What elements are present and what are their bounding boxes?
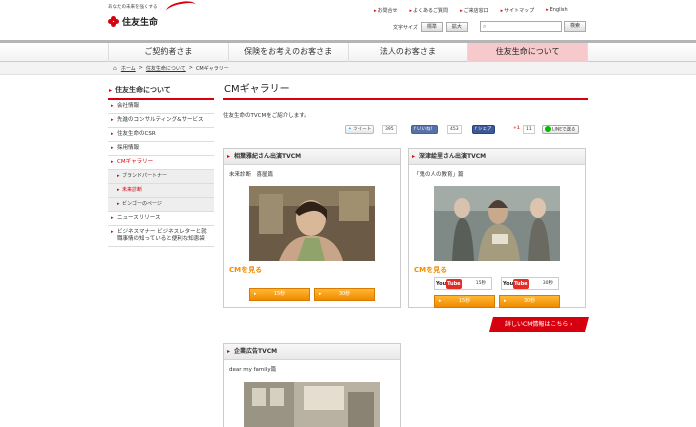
util-link-branch[interactable]: ご来店窓口 <box>460 7 489 14</box>
tweet-count: 395 <box>382 125 397 134</box>
youtube-icon: YouTube <box>503 279 529 289</box>
font-size-standard-button[interactable]: 標準 <box>420 22 443 32</box>
facebook-icon: f <box>414 127 416 132</box>
facebook-icon: f <box>475 127 477 132</box>
sidebar-item-cm-gallery[interactable]: CMギャラリー <box>108 156 214 170</box>
gplus-button[interactable]: +1 <box>511 125 522 134</box>
sidebar-item-business-manners[interactable]: ビジネスマナー ビジネスレターと就職事情の知っていると便利な知恵袋 <box>108 226 214 247</box>
breadcrumb-home[interactable]: ホーム <box>121 65 136 72</box>
twitter-icon: ✦ <box>348 127 352 132</box>
play-30s-button[interactable]: 30秒 <box>314 288 375 301</box>
nav-item-about[interactable]: 住友生命について <box>467 43 588 62</box>
youtube-icon: YouTube <box>436 279 462 289</box>
card-subtitle: 「鬼の人の教育」篇 <box>414 172 464 178</box>
nav-item-policyholders[interactable]: ご契約者さま <box>108 43 228 62</box>
util-link-contact[interactable]: お問合せ <box>374 7 398 14</box>
sidebar-subitem-bingo[interactable]: ビンゴーのページ <box>108 198 214 212</box>
cm-card-fukatsu: 深津絵里さん出演TVCM 「鬼の人の教育」篇 CMを見る YouTube 15秒… <box>408 148 586 308</box>
font-size-label: 文字サイズ <box>393 24 418 31</box>
search-input[interactable] <box>491 22 561 31</box>
sidebar-item-recruit[interactable]: 採用情報 <box>108 142 214 156</box>
search-box: ⌕ <box>480 21 562 32</box>
gplus-count: 11 <box>523 125 535 134</box>
utility-links: お問合せ よくあるご質問 ご来店窓口 サイトマップ English <box>374 7 568 14</box>
breadcrumb-separator: > <box>138 65 143 71</box>
breadcrumb: ⌂ ホーム > 住友生命について > CMギャラリー <box>113 65 229 72</box>
brand-name: 住友生命 <box>122 18 159 28</box>
chevron-right-icon: › <box>570 321 573 328</box>
youtube-15s-label: 15秒 <box>475 281 486 286</box>
play-15s-button[interactable]: 15秒 <box>434 295 495 308</box>
breadcrumb-separator: > <box>188 65 193 71</box>
line-icon <box>545 126 551 132</box>
cm-thumbnail-corporate[interactable] <box>244 382 380 427</box>
line-share-button[interactable]: LINEで送る <box>542 125 579 134</box>
tweet-button[interactable]: ✦ ツイート <box>345 125 375 134</box>
youtube-30s-label: 30秒 <box>542 281 553 286</box>
site-header: あなたの未来を強くする 住友生命 お問合せ よくあるご質問 ご来店窓口 サイトマ… <box>0 0 696 40</box>
cm-details-button[interactable]: 詳しいCM情報はこちら › <box>488 317 590 332</box>
sidebar: 住友生命について 会社情報 先進のコンサルティング&サービス 住友生命のCSR … <box>108 83 214 247</box>
search-icon: ⌕ <box>483 23 487 30</box>
breadcrumb-current: CMギャラリー <box>195 66 229 72</box>
breadcrumb-about[interactable]: 住友生命について <box>146 65 186 72</box>
facebook-like-button[interactable]: f いいね！ <box>411 125 439 134</box>
search-button[interactable]: 検索 <box>564 21 586 32</box>
nav-item-considering[interactable]: 保険をお考えのお客さま <box>227 43 348 62</box>
brand-mark-icon <box>108 16 119 27</box>
social-buttons: ✦ ツイート 395 f いいね！ 453 f シェア +1 11 LINEで送… <box>223 125 588 137</box>
page-title: CMギャラリー <box>223 83 588 100</box>
sidebar-title[interactable]: 住友生命について <box>108 83 214 100</box>
main-content: CMギャラリー 住友生命のTVCMをご紹介します。 ✦ ツイート 395 f い… <box>223 83 590 427</box>
youtube-30s-button[interactable]: YouTube 30秒 <box>501 277 559 290</box>
sidebar-item-consulting[interactable]: 先進のコンサルティング&サービス <box>108 114 214 128</box>
home-icon: ⌂ <box>113 65 117 72</box>
card-subtitle: dear my family篇 <box>229 367 277 373</box>
nav-item-corporate[interactable]: 法人のお客さま <box>347 43 468 62</box>
like-count: 453 <box>447 125 462 134</box>
breadcrumb-bar: ⌂ ホーム > 住友生命について > CMギャラリー <box>0 62 696 75</box>
sidebar-subitem-brand-partner[interactable]: ブランドパートナー <box>108 170 214 184</box>
cm-card-aiba: 相葉雅紀さん出演TVCM 未来診断 喜屋篇 CMを見る 15秒 30秒 <box>223 148 401 308</box>
watch-cm-link[interactable]: CMを見る <box>414 265 447 275</box>
card-subtitle: 未来診断 喜屋篇 <box>229 172 274 178</box>
sidebar-item-company[interactable]: 会社情報 <box>108 100 214 114</box>
brand-tagline: あなたの未来を強くする <box>108 5 158 10</box>
util-link-english[interactable]: English <box>546 7 568 14</box>
play-15s-button[interactable]: 15秒 <box>249 288 310 301</box>
font-size-large-button[interactable]: 拡大 <box>445 22 468 32</box>
sidebar-item-csr[interactable]: 住友生命のCSR <box>108 128 214 142</box>
font-size-switcher: 文字サイズ 標準 拡大 <box>393 22 468 32</box>
play-30s-button[interactable]: 30秒 <box>499 295 560 308</box>
card-heading: 深津絵里さん出演TVCM <box>409 149 585 165</box>
cm-thumbnail-aiba[interactable] <box>249 186 375 261</box>
intro-text: 住友生命のTVCMをご紹介します。 <box>223 113 310 119</box>
sidebar-item-news[interactable]: ニュースリリース <box>108 212 214 226</box>
sidebar-subitem-future-diagnosis[interactable]: 未来診断 <box>108 184 214 198</box>
cm-card-corporate: 企業広告TVCM dear my family篇 <box>223 343 401 427</box>
card-heading: 企業広告TVCM <box>224 344 400 360</box>
logo-swoosh <box>165 0 197 17</box>
youtube-15s-button[interactable]: YouTube 15秒 <box>434 277 492 290</box>
brand-logo[interactable]: あなたの未来を強くする 住友生命 <box>108 0 197 28</box>
global-nav: ご契約者さま 保険をお考えのお客さま 法人のお客さま 住友生命について <box>0 40 696 62</box>
util-link-sitemap[interactable]: サイトマップ <box>501 7 534 14</box>
cm-thumbnail-fukatsu[interactable] <box>434 186 560 261</box>
util-link-faq[interactable]: よくあるご質問 <box>410 7 448 14</box>
watch-cm-link[interactable]: CMを見る <box>229 265 262 275</box>
card-heading: 相葉雅紀さん出演TVCM <box>224 149 400 165</box>
facebook-share-button[interactable]: f シェア <box>472 125 495 134</box>
